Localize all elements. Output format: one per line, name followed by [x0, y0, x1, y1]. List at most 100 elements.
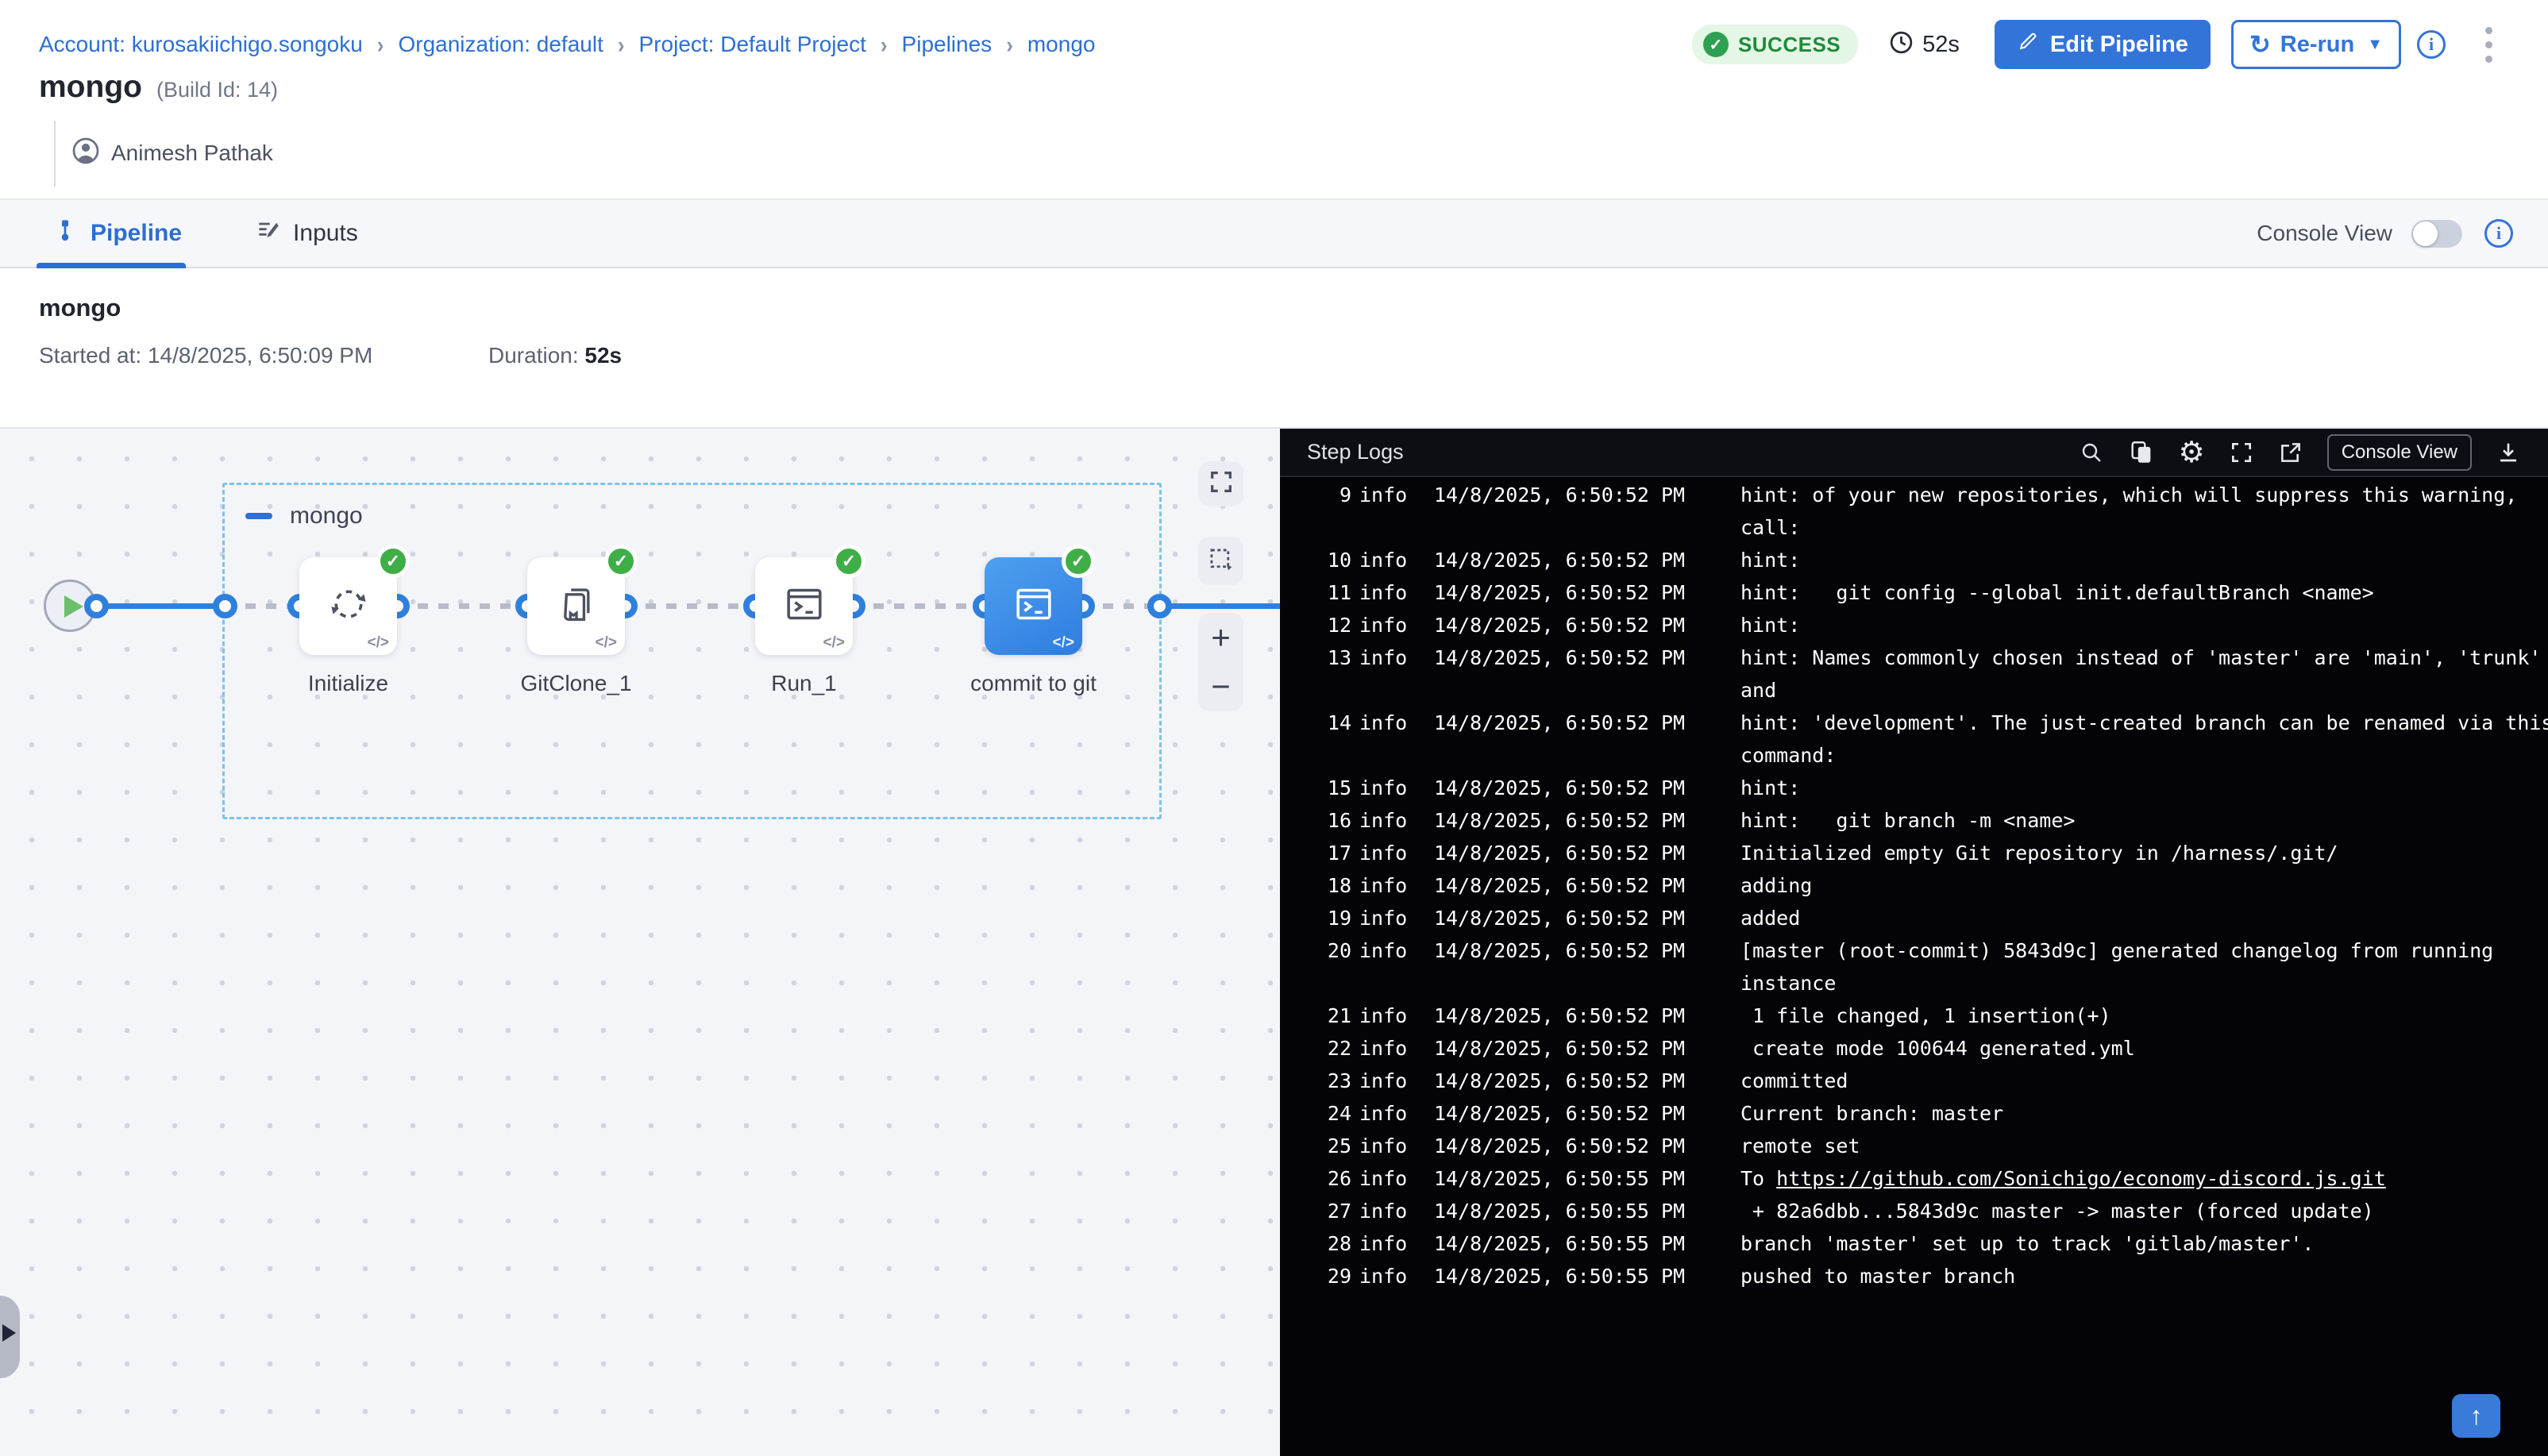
rerun-button[interactable]: ↻ Re-run ▼	[2231, 20, 2401, 69]
canvas-select-button[interactable]	[1198, 537, 1243, 585]
edit-pipeline-button[interactable]: Edit Pipeline	[1995, 20, 2211, 69]
run-header: mongo (Build Id: 14) Animesh Pathak	[39, 70, 278, 187]
kebab-menu-icon[interactable]	[2482, 24, 2496, 66]
log-row: 21info14/8/2025, 6:50:52 PM 1 file chang…	[1316, 1000, 2548, 1032]
chevron-separator: ›	[618, 30, 625, 59]
fullscreen-icon[interactable]	[2229, 440, 2254, 465]
scroll-to-top-button[interactable]: ↑	[2452, 1394, 2500, 1438]
breadcrumb-item[interactable]: mongo	[1027, 32, 1096, 57]
stage-group-label: mongo	[290, 503, 363, 530]
log-row: 23info14/8/2025, 6:50:52 PMcommitted	[1316, 1065, 2548, 1097]
log-lines[interactable]: 9info14/8/2025, 6:50:52 PMhint: of your …	[1280, 477, 2548, 1454]
log-row: 20info14/8/2025, 6:50:52 PM[master (root…	[1316, 934, 2548, 967]
tab-strip: Pipeline Inputs Console View i	[0, 198, 2548, 268]
started-at: Started at: 14/8/2025, 6:50:09 PM	[39, 343, 372, 368]
step-logs-panel: Step Logs ⚙ Console View 9info14/8/2025,…	[1280, 429, 2548, 1456]
author-name: Animesh Pathak	[111, 141, 273, 166]
log-row: 26info14/8/2025, 6:50:55 PMTo https://gi…	[1316, 1162, 2548, 1195]
log-row: 24info14/8/2025, 6:50:52 PMCurrent branc…	[1316, 1097, 2548, 1130]
node-label: Initialize	[308, 671, 388, 696]
node-label: Run_1	[771, 671, 837, 696]
caret-down-icon[interactable]: ▼	[2367, 36, 2383, 54]
check-circle-icon: ✓	[1703, 32, 1729, 57]
build-id: (Build Id: 14)	[156, 78, 278, 102]
status-badge: ✓ SUCCESS	[1692, 25, 1858, 64]
log-row: 19info14/8/2025, 6:50:52 PMadded	[1316, 902, 2548, 934]
search-icon[interactable]	[2079, 440, 2104, 465]
breadcrumb-item[interactable]: Account: kurosakiichigo.songoku	[39, 32, 363, 57]
left-panel-expander[interactable]	[0, 1296, 20, 1378]
pipeline-node-initialize[interactable]: </> ✓	[299, 557, 397, 655]
run-title: mongo (Build Id: 14)	[39, 70, 278, 105]
console-view-toggle[interactable]	[2411, 220, 2462, 248]
log-row: command:	[1316, 739, 2548, 772]
play-icon	[64, 595, 83, 618]
log-row: 11info14/8/2025, 6:50:52 PMhint: git con…	[1316, 576, 2548, 609]
zoom-in-button[interactable]: +	[1198, 613, 1243, 662]
connector-line	[96, 603, 225, 609]
breadcrumb-item[interactable]: Project: Default Project	[639, 32, 866, 57]
console-view-info-icon[interactable]: i	[2484, 219, 2513, 248]
log-row: 22info14/8/2025, 6:50:52 PM create mode …	[1316, 1032, 2548, 1065]
active-tab-indicator	[37, 263, 186, 268]
stage-name: mongo	[39, 294, 121, 322]
marquee-select-icon	[1206, 545, 1235, 578]
breadcrumb: Account: kurosakiichigo.songoku › Organiza…	[39, 32, 1095, 57]
canvas-expand-button[interactable]	[1198, 461, 1243, 507]
open-in-new-icon[interactable]	[2278, 440, 2303, 465]
tab-inputs[interactable]: Inputs	[255, 218, 358, 249]
breadcrumb-item[interactable]: Organization: default	[398, 32, 603, 57]
node-label: GitClone_1	[520, 671, 631, 696]
duration-value: 52s	[1922, 32, 1960, 58]
tab-pipeline-label: Pipeline	[91, 220, 182, 247]
step-logs-title: Step Logs	[1307, 440, 1404, 464]
git-clone-icon	[555, 583, 598, 630]
success-check-icon: ✓	[604, 545, 638, 578]
log-row: 14info14/8/2025, 6:50:52 PMhint: 'develo…	[1316, 707, 2548, 739]
pipeline-canvas[interactable]: mongo + − </> ✓ Initialize </> ✓ GitClone_…	[0, 429, 1280, 1456]
tab-pipeline[interactable]: Pipeline	[52, 218, 182, 249]
stage-duration: Duration: 52s	[488, 343, 622, 368]
log-row: 9info14/8/2025, 6:50:52 PMhint: of your …	[1316, 479, 2548, 511]
terminal-icon	[1012, 582, 1056, 630]
stage-group-label-row: mongo	[245, 503, 363, 530]
zoom-out-button[interactable]: −	[1198, 662, 1243, 711]
sync-icon	[327, 583, 370, 630]
pipeline-name: mongo	[39, 70, 142, 105]
success-check-icon: ✓	[1062, 545, 1095, 578]
pipeline-node-run_1[interactable]: </> ✓	[755, 557, 853, 655]
expand-icon	[1208, 468, 1235, 499]
clock-icon	[1888, 29, 1914, 60]
status-text: SUCCESS	[1738, 33, 1841, 57]
console-view-button[interactable]: Console View	[2327, 434, 2472, 471]
inputs-icon	[255, 218, 280, 249]
log-row: 15info14/8/2025, 6:50:52 PMhint:	[1316, 772, 2548, 804]
connector-point	[213, 594, 237, 618]
code-step-icon: </>	[368, 634, 389, 652]
pipeline-node-commit-to-git[interactable]: </> ✓	[985, 557, 1082, 655]
console-view-label: Console View	[2257, 221, 2392, 246]
step-logs-header: Step Logs ⚙ Console View	[1280, 429, 2548, 477]
node-label: commit to git	[970, 671, 1097, 696]
log-row: instance	[1316, 967, 2548, 1000]
chevron-separator: ›	[1006, 30, 1013, 59]
canvas-zoom-controls: + −	[1198, 613, 1243, 711]
connector-line	[853, 603, 985, 609]
log-row: 18info14/8/2025, 6:50:52 PMadding	[1316, 869, 2548, 902]
log-row: 16info14/8/2025, 6:50:52 PMhint: git bra…	[1316, 804, 2548, 837]
connector-line	[1159, 603, 1280, 609]
breadcrumb-item[interactable]: Pipelines	[902, 32, 993, 57]
stage-summary: mongo Started at: 14/8/2025, 6:50:09 PM …	[0, 270, 2548, 429]
log-row: 12info14/8/2025, 6:50:52 PMhint:	[1316, 609, 2548, 641]
code-step-icon: </>	[823, 634, 845, 652]
pipeline-node-gitclone_1[interactable]: </> ✓	[527, 557, 625, 655]
console-view-controls: Console View i	[2257, 219, 2513, 248]
log-row: 10info14/8/2025, 6:50:52 PMhint:	[1316, 544, 2548, 576]
info-icon[interactable]: i	[2417, 30, 2446, 59]
copy-icon[interactable]	[2128, 439, 2155, 466]
code-step-icon: </>	[1053, 634, 1074, 652]
log-link[interactable]: https://github.com/Sonichigo/economy-dis…	[1776, 1167, 2386, 1190]
settings-icon[interactable]: ⚙	[2179, 437, 2205, 467]
download-icon[interactable]	[2496, 440, 2521, 465]
collapse-stage-icon[interactable]	[245, 513, 272, 519]
